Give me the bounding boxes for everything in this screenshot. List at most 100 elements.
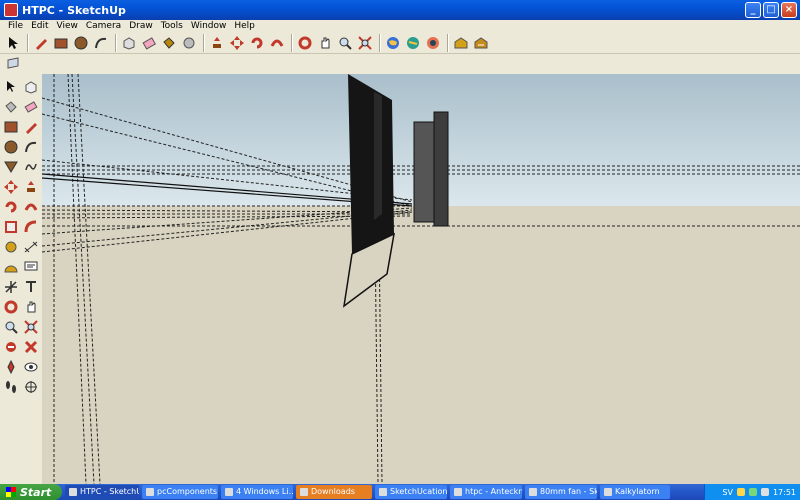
- previous-view-icon[interactable]: [2, 338, 20, 356]
- circle-icon[interactable]: [72, 34, 90, 52]
- close-button[interactable]: ×: [781, 2, 797, 18]
- menu-camera[interactable]: Camera: [82, 20, 125, 32]
- zoom-window-icon[interactable]: [22, 318, 40, 336]
- follow-me-icon[interactable]: [268, 34, 286, 52]
- menu-view[interactable]: View: [53, 20, 82, 32]
- section-plane-icon[interactable]: [22, 378, 40, 396]
- make-component-icon[interactable]: [22, 78, 40, 96]
- tape-measure-icon[interactable]: [2, 238, 20, 256]
- axes-icon[interactable]: [2, 278, 20, 296]
- language-indicator[interactable]: SV: [722, 488, 733, 497]
- menu-draw[interactable]: Draw: [125, 20, 157, 32]
- layers-icon[interactable]: [472, 34, 490, 52]
- 3d-text-icon[interactable]: [22, 278, 40, 296]
- task-downloads[interactable]: Downloads: [296, 485, 372, 499]
- circle-icon[interactable]: [2, 138, 20, 156]
- offset-icon[interactable]: [22, 218, 40, 236]
- sketchup-app-icon: [4, 3, 18, 17]
- toolbar-separator: [291, 33, 293, 52]
- windows-taskbar: Start HTPC - SketchUp pcComponents... 4 …: [0, 484, 800, 500]
- system-tray: SV 17:51: [704, 484, 800, 500]
- task-pccomponents[interactable]: pcComponents...: [142, 485, 218, 499]
- move-icon[interactable]: [2, 178, 20, 196]
- walk-icon[interactable]: [2, 378, 20, 396]
- orbit-icon[interactable]: [2, 298, 20, 316]
- freehand-icon[interactable]: [22, 158, 40, 176]
- zoom-icon[interactable]: [336, 34, 354, 52]
- tray-icon[interactable]: [748, 488, 757, 496]
- clock: 17:51: [772, 487, 796, 497]
- pan-icon[interactable]: [22, 298, 40, 316]
- task-sketchucation[interactable]: SketchUcation ...: [375, 485, 447, 499]
- pencil-icon[interactable]: [32, 34, 50, 52]
- warehouse-icon[interactable]: [452, 34, 470, 52]
- menu-bar: File Edit View Camera Draw Tools Window …: [0, 20, 800, 32]
- zoom-icon[interactable]: [2, 318, 20, 336]
- move-icon[interactable]: [228, 34, 246, 52]
- toolbar-separator: [203, 33, 205, 52]
- eraser-icon[interactable]: [140, 34, 158, 52]
- task-sketchup[interactable]: HTPC - SketchUp: [65, 485, 139, 499]
- sketchup-icon: [69, 488, 77, 496]
- maximize-button[interactable]: □: [763, 2, 779, 18]
- share-model-icon[interactable]: [424, 34, 442, 52]
- menu-edit[interactable]: Edit: [27, 20, 52, 32]
- zoom-extents-icon[interactable]: [22, 338, 40, 356]
- select-icon[interactable]: [2, 78, 20, 96]
- google-earth-icon[interactable]: [384, 34, 402, 52]
- menu-file[interactable]: File: [4, 20, 27, 32]
- arc-icon[interactable]: [22, 138, 40, 156]
- arc-icon[interactable]: [92, 34, 110, 52]
- get-models-icon[interactable]: [404, 34, 422, 52]
- messenger-icon: [225, 488, 233, 496]
- orbit-icon[interactable]: [296, 34, 314, 52]
- task-windows-live[interactable]: 4 Windows Li...: [221, 485, 293, 499]
- pencil-icon[interactable]: [22, 118, 40, 136]
- windows-logo-icon: [6, 487, 16, 497]
- follow-me-icon[interactable]: [22, 198, 40, 216]
- select-icon[interactable]: [4, 34, 22, 52]
- minimize-button[interactable]: _: [745, 2, 761, 18]
- dimension-icon[interactable]: [22, 238, 40, 256]
- rotate-icon[interactable]: [248, 34, 266, 52]
- task-calculator[interactable]: Kalkylatorn: [600, 485, 670, 499]
- make-component-icon[interactable]: [120, 34, 138, 52]
- look-around-icon[interactable]: [22, 358, 40, 376]
- zoom-extents-icon[interactable]: [356, 34, 374, 52]
- menu-window[interactable]: Window: [187, 20, 231, 32]
- section-plane-icon[interactable]: [4, 54, 22, 72]
- start-button[interactable]: Start: [0, 484, 62, 500]
- rectangle-icon[interactable]: [2, 118, 20, 136]
- paint-bucket-icon[interactable]: [2, 98, 20, 116]
- paint-bucket-icon[interactable]: [160, 34, 178, 52]
- task-notepad[interactable]: htpc - Anteckn...: [450, 485, 522, 499]
- push-pull-icon[interactable]: [22, 178, 40, 196]
- toolbar-separator: [379, 33, 381, 52]
- eraser-icon[interactable]: [22, 98, 40, 116]
- pan-icon[interactable]: [316, 34, 334, 52]
- menu-help[interactable]: Help: [230, 20, 259, 32]
- modeling-viewport[interactable]: [42, 74, 800, 484]
- scale-icon[interactable]: [2, 218, 20, 236]
- volume-icon[interactable]: [760, 488, 769, 496]
- main-toolbar: [0, 32, 800, 54]
- browser-icon: [146, 488, 154, 496]
- protractor-icon[interactable]: [2, 258, 20, 276]
- toolbar-separator: [115, 33, 117, 52]
- position-camera-icon[interactable]: [2, 358, 20, 376]
- 3d-scene[interactable]: [42, 74, 800, 484]
- rectangle-icon[interactable]: [52, 34, 70, 52]
- push-pull-icon[interactable]: [208, 34, 226, 52]
- rotate-icon[interactable]: [2, 198, 20, 216]
- tray-icon[interactable]: [736, 488, 745, 496]
- text-icon[interactable]: [22, 258, 40, 276]
- polygon-icon[interactable]: [2, 158, 20, 176]
- task-80mm-fan[interactable]: 80mm fan - Sk...: [525, 485, 597, 499]
- left-tool-palette: [0, 74, 42, 484]
- toolbar-separator: [27, 33, 29, 52]
- firefox-icon: [300, 488, 308, 496]
- fan-component: [413, 111, 449, 227]
- menu-tools[interactable]: Tools: [157, 20, 187, 32]
- tape-icon[interactable]: [180, 34, 198, 52]
- pc-case-panel: [342, 74, 395, 308]
